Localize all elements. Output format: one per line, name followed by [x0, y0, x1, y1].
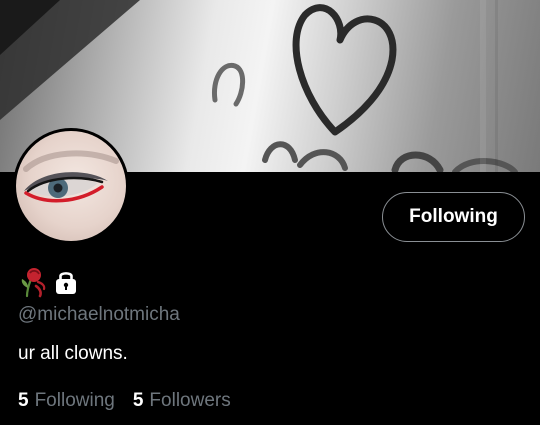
display-name [18, 265, 78, 299]
profile-handle: @michaelnotmicha [18, 304, 180, 325]
profile-stats: 5 Following 5 Followers [18, 388, 231, 414]
followers-label: Followers [149, 390, 231, 411]
following-label: Following [34, 390, 115, 411]
profile-bio: ur all clowns. [18, 343, 128, 364]
avatar-image [16, 131, 126, 241]
followers-count: 5 [132, 390, 144, 411]
lock-icon [54, 269, 78, 295]
following-stat-link[interactable]: 5 Following [18, 388, 115, 414]
followers-stat-link[interactable]: 5 Followers [133, 388, 231, 414]
following-count: 5 [18, 390, 29, 411]
profile-avatar[interactable] [13, 128, 129, 244]
wilted-rose-icon [18, 266, 48, 298]
following-button[interactable]: Following [382, 192, 525, 242]
